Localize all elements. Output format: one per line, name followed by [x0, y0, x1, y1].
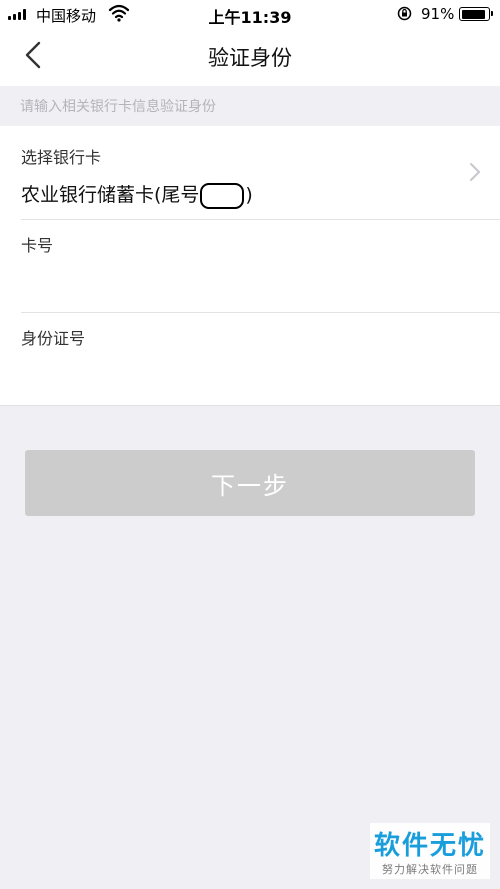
battery-percent: 91%	[421, 5, 455, 23]
bank-card-label: 选择银行卡	[21, 148, 102, 167]
redacted-digits	[200, 182, 245, 209]
header: 中国移动 上午11:39 91% 验证身份	[0, 0, 500, 86]
next-step-button[interactable]: 下一步	[25, 450, 475, 516]
hint-text: 请输入相关银行卡信息验证身份	[20, 99, 216, 115]
rotation-lock-icon	[397, 6, 412, 21]
watermark-title: 软件无忧	[373, 831, 486, 861]
verification-form: 选择银行卡 农业银行储蓄卡(尾号) 卡号 身份证号	[0, 126, 500, 406]
status-bar: 中国移动 上午11:39 91%	[0, 0, 500, 28]
id-number-label: 身份证号	[21, 329, 86, 348]
card-number-label: 卡号	[21, 236, 54, 255]
bank-card-name: 农业银行储蓄卡(尾号	[21, 184, 200, 206]
watermark-subtitle: 努力解决软件问题	[382, 863, 478, 876]
chevron-right-icon	[470, 163, 480, 181]
battery-icon	[459, 7, 493, 21]
id-number-row: 身份证号	[0, 313, 500, 405]
bank-card-suffix: )	[245, 184, 253, 206]
bank-card-selector[interactable]: 选择银行卡 农业银行储蓄卡(尾号)	[0, 126, 500, 219]
id-number-input[interactable]	[21, 357, 461, 391]
page-title: 验证身份	[208, 46, 292, 70]
watermark-logo: 软件无忧 努力解决软件问题	[370, 823, 490, 879]
card-number-input[interactable]	[21, 264, 461, 298]
bank-card-value: 农业银行储蓄卡(尾号)	[21, 180, 253, 209]
card-number-row: 卡号	[0, 220, 500, 312]
